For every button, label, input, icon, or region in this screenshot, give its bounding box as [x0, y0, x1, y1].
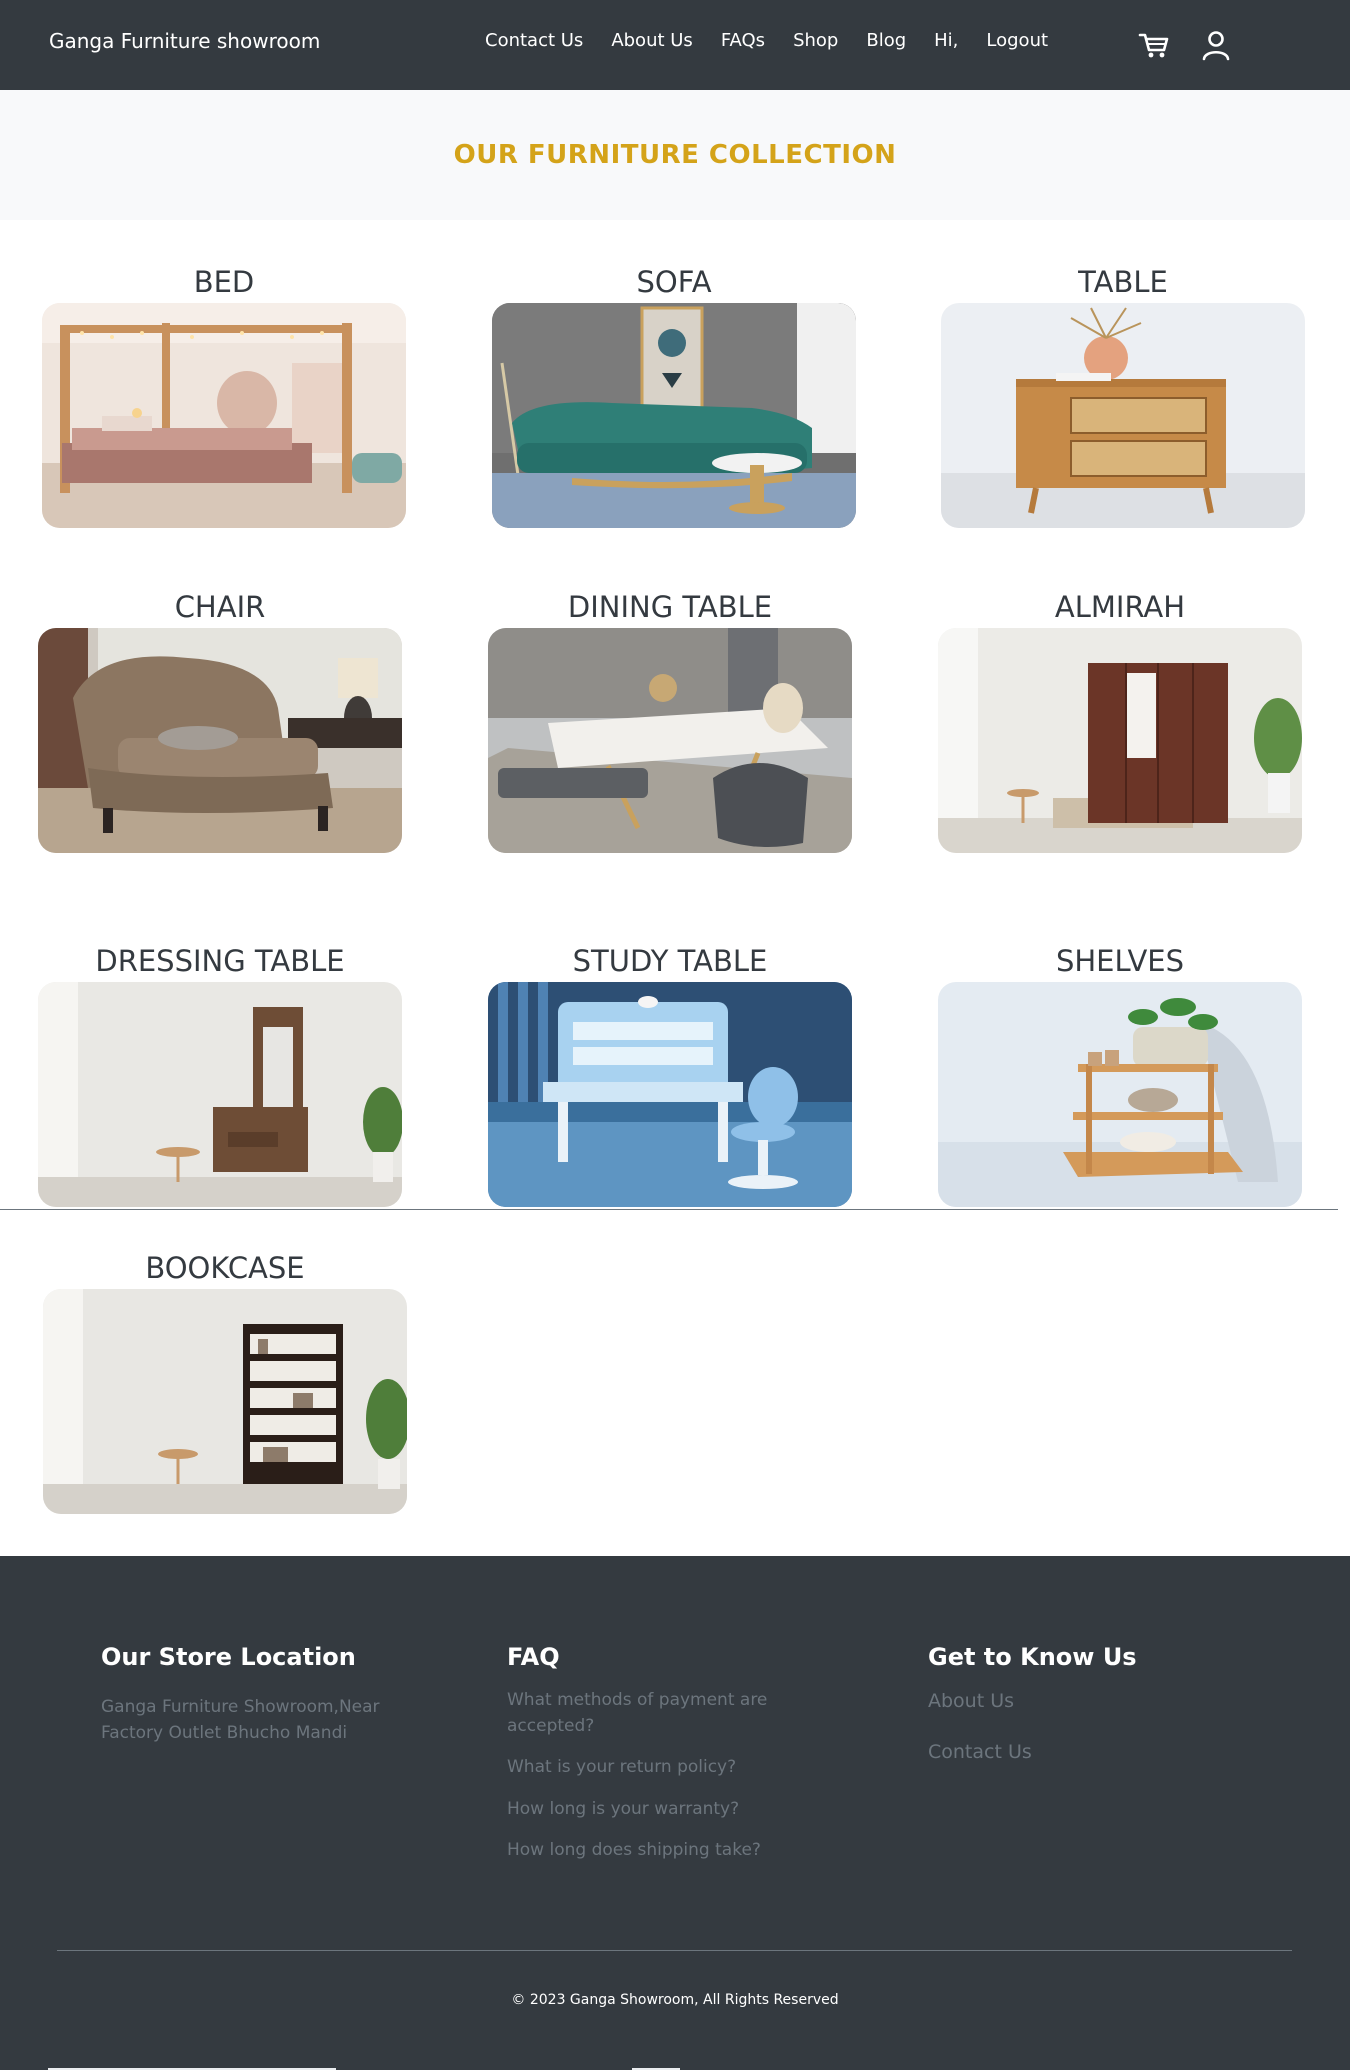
faq-link-payment-cont[interactable]: accepted?: [507, 1713, 594, 1740]
category-card-bed[interactable]: BED: [42, 261, 406, 528]
category-title: STUDY TABLE: [572, 944, 768, 978]
category-card-shelves[interactable]: SHELVES: [938, 940, 1302, 1207]
faq-link-return-policy[interactable]: What is your return policy?: [507, 1754, 736, 1781]
category-title: CHAIR: [174, 590, 266, 624]
nav-logout[interactable]: Logout: [986, 30, 1048, 51]
category-title: DINING TABLE: [567, 590, 773, 624]
category-title: BED: [193, 265, 255, 299]
category-card-chair[interactable]: CHAIR: [38, 586, 402, 853]
footer-link-about-us[interactable]: About Us: [928, 1688, 1014, 1715]
almirah-image: [938, 628, 1302, 853]
user-icon[interactable]: [1199, 28, 1233, 62]
category-card-dining-table[interactable]: DINING TABLE: [488, 586, 852, 853]
faq-heading: FAQ: [507, 1643, 560, 1671]
sofa-image: [492, 303, 856, 528]
category-card-study-table[interactable]: STUDY TABLE: [488, 940, 852, 1207]
faq-link-warranty[interactable]: How long is your warranty?: [507, 1796, 739, 1823]
nav-blog[interactable]: Blog: [866, 30, 906, 51]
navbar: Ganga Furniture showroom Contact Us Abou…: [0, 0, 1350, 90]
know-us-heading: Get to Know Us: [928, 1643, 1137, 1671]
table-image: [941, 303, 1305, 528]
bookcase-image: [43, 1289, 407, 1514]
dining-table-image: [488, 628, 852, 853]
main-nav: Contact Us About Us FAQs Shop Blog Hi, L…: [485, 30, 1048, 51]
shelves-image: [938, 982, 1302, 1207]
store-address-line1: Ganga Furniture Showroom,Near: [101, 1697, 380, 1717]
nav-icon-group: [1137, 28, 1233, 62]
category-title: SOFA: [636, 265, 712, 299]
store-address-line2: Factory Outlet Bhucho Mandi: [101, 1723, 348, 1743]
category-card-bookcase[interactable]: BOOKCASE: [43, 1247, 407, 1514]
nav-faqs[interactable]: FAQs: [721, 30, 765, 51]
category-title: DRESSING TABLE: [95, 944, 345, 978]
chair-image: [38, 628, 402, 853]
category-title: SHELVES: [1055, 944, 1185, 978]
brand-link[interactable]: Ganga Furniture showroom: [49, 29, 320, 53]
footer-link-contact-us[interactable]: Contact Us: [928, 1739, 1032, 1766]
page-title: OUR FURNITURE COLLECTION: [453, 140, 897, 170]
bed-image: [42, 303, 406, 528]
section-divider: [0, 1209, 1338, 1210]
faq-link-payment[interactable]: What methods of payment are: [507, 1687, 767, 1714]
category-title: ALMIRAH: [1054, 590, 1186, 624]
store-location-heading: Our Store Location: [101, 1643, 356, 1671]
category-title: TABLE: [1078, 265, 1168, 299]
category-card-dressing-table[interactable]: DRESSING TABLE: [38, 940, 402, 1207]
faq-link-shipping[interactable]: How long does shipping take?: [507, 1837, 761, 1864]
copyright-text: © 2023 Ganga Showroom, All Rights Reserv…: [511, 1992, 839, 2008]
dressing-table-image: [38, 982, 402, 1207]
category-card-almirah[interactable]: ALMIRAH: [938, 586, 1302, 853]
category-title: BOOKCASE: [145, 1251, 305, 1285]
nav-contact-us[interactable]: Contact Us: [485, 30, 583, 51]
hero-banner: OUR FURNITURE COLLECTION: [0, 90, 1350, 220]
category-card-table[interactable]: TABLE: [941, 261, 1305, 528]
cart-icon[interactable]: [1137, 28, 1171, 62]
nav-about-us[interactable]: About Us: [611, 30, 693, 51]
site-footer: Our Store Location Ganga Furniture Showr…: [0, 1556, 1350, 2070]
nav-shop[interactable]: Shop: [793, 30, 838, 51]
study-table-image: [488, 982, 852, 1207]
nav-greeting[interactable]: Hi,: [934, 30, 958, 51]
category-card-sofa[interactable]: SOFA: [492, 261, 856, 528]
footer-divider: [57, 1950, 1292, 1951]
